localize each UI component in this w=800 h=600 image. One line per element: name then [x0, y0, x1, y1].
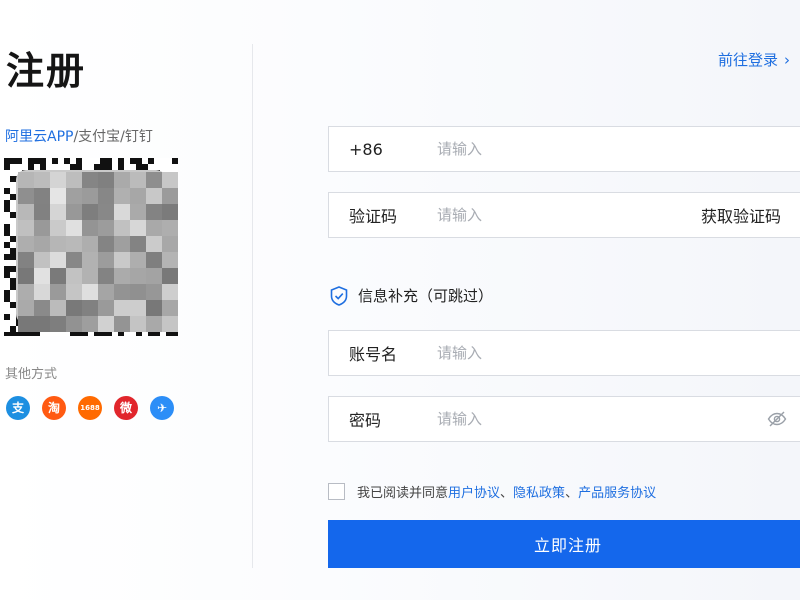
1688-icon[interactable]: 1688 — [78, 396, 102, 420]
account-label: 账号名 — [349, 345, 398, 364]
eye-hidden-icon[interactable] — [767, 410, 787, 428]
qr-scan-apps-rest: /支付宝/钉钉 — [73, 129, 153, 145]
verification-code-input[interactable] — [437, 200, 677, 230]
alipay-icon[interactable]: 支 — [6, 396, 30, 420]
agreement-checkbox[interactable] — [328, 483, 345, 500]
extra-info-section-label: 信息补充（可跳过） — [358, 287, 494, 305]
other-methods-label: 其他方式 — [5, 367, 58, 382]
extra-info-section-title: 信息补充（可跳过） — [330, 285, 493, 306]
qr-code-image — [4, 158, 178, 336]
register-button[interactable]: 立即注册 — [328, 520, 800, 568]
password-input[interactable] — [437, 404, 677, 434]
chevron-right-icon: › — [784, 51, 791, 69]
social-login-row: 支 淘 1688 微 ✈ — [6, 396, 174, 420]
country-code-prefix[interactable]: +86 — [349, 140, 383, 159]
taobao-icon[interactable]: 淘 — [42, 396, 66, 420]
page-title: 注册 — [6, 49, 87, 93]
qr-scan-apps: 阿里云APP/支付宝/钉钉 — [5, 128, 153, 146]
column-divider — [252, 44, 253, 568]
user-agreement-link[interactable]: 用户协议 — [448, 482, 500, 501]
agreement-separator: 、 — [500, 486, 514, 501]
agreement-row: 我已阅读并同意 用户协议 、 隐私政策 、 产品服务协议 — [328, 482, 656, 501]
aliyun-app-link[interactable]: 阿里云APP — [5, 129, 73, 145]
account-field: 账号名 — [328, 330, 800, 376]
agreement-prefix: 我已阅读并同意 — [357, 486, 449, 501]
password-field: 密码 — [328, 396, 800, 442]
verification-code-field: 验证码 获取验证码 — [328, 192, 800, 238]
privacy-policy-link[interactable]: 隐私政策 — [513, 482, 565, 501]
password-label: 密码 — [349, 411, 382, 430]
qr-code — [4, 158, 178, 336]
phone-input[interactable] — [437, 134, 677, 164]
get-code-button[interactable]: 获取验证码 — [701, 203, 781, 227]
agreement-separator: 、 — [565, 486, 579, 501]
verification-code-label: 验证码 — [349, 207, 398, 226]
phone-field: +86 — [328, 126, 800, 172]
goto-login-label: 前往登录 — [718, 51, 779, 69]
goto-login-link[interactable]: 前往登录 › — [718, 50, 790, 70]
dingtalk-icon[interactable]: ✈ — [150, 396, 174, 420]
account-input[interactable] — [437, 338, 677, 368]
weibo-icon[interactable]: 微 — [114, 396, 138, 420]
service-agreement-link[interactable]: 产品服务协议 — [578, 482, 656, 501]
shield-check-icon — [330, 285, 348, 306]
